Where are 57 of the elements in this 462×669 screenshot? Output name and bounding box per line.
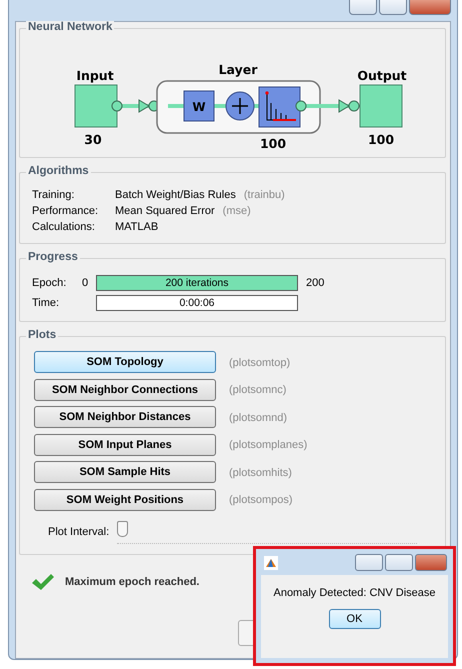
function-name: (trainbu) <box>244 189 285 201</box>
group-title: Neural Network <box>26 21 114 33</box>
app-icon <box>264 556 278 570</box>
field-label: Performance: <box>32 205 100 217</box>
layer-label: Layer <box>218 62 258 77</box>
interval-slider[interactable] <box>117 520 418 544</box>
field-value: Mean Squared Error <box>115 205 215 217</box>
group-title: Progress <box>26 251 80 263</box>
close-button[interactable] <box>409 0 451 15</box>
range-start: 0 <box>82 277 90 289</box>
plot-button[interactable]: SOM Topology <box>34 351 216 373</box>
slider-thumb[interactable] <box>117 520 128 536</box>
input-size: 30 <box>84 132 102 147</box>
plot-button[interactable]: SOM Neighbor Distances <box>34 406 216 428</box>
function-name: (plotsomplanes) <box>229 439 308 452</box>
maximize-button[interactable] <box>385 554 413 571</box>
field-value: MATLAB <box>115 221 158 233</box>
sum-icon <box>226 92 254 120</box>
function-name: (plotsomtop) <box>229 356 290 369</box>
plot-button[interactable]: SOM Neighbor Connections <box>34 378 216 400</box>
range-end: 200 <box>306 277 324 289</box>
group-title: Algorithms <box>26 165 91 177</box>
field-label: Time: <box>32 297 60 309</box>
minimize-button[interactable] <box>349 0 377 15</box>
connector-arrow <box>112 99 160 113</box>
function-name: (plotsomnc) <box>229 384 286 396</box>
plot-button[interactable]: SOM Weight Positions <box>34 488 216 510</box>
weight-block <box>184 90 214 122</box>
input-label: Input <box>76 68 114 83</box>
function-name: (plotsompos) <box>229 494 293 506</box>
progress-bar: 200 iterations <box>96 275 298 291</box>
output-size: 100 <box>368 132 394 147</box>
function-name: (plotsomnd) <box>229 412 288 424</box>
field-label: Epoch: <box>32 277 68 289</box>
layer-size: 100 <box>260 136 286 151</box>
connector-arrow <box>296 99 360 113</box>
field-label: Training: <box>32 189 76 201</box>
plot-button[interactable]: SOM Sample Hits <box>34 461 216 483</box>
plot-button[interactable]: SOM Input Planes <box>34 434 216 456</box>
dialog-message: Anomaly Detected: CNV Disease <box>273 587 436 599</box>
minimize-button[interactable] <box>355 554 383 571</box>
function-name: (mse) <box>222 205 251 217</box>
field-label: Calculations: <box>32 221 96 233</box>
transfer-function-icon <box>258 86 300 128</box>
ok-button[interactable]: OK <box>328 609 380 629</box>
group-title: Plots <box>26 329 58 341</box>
input-block <box>74 84 118 128</box>
checkmark-icon <box>31 573 55 591</box>
slider-label: Plot Interval: <box>48 526 110 538</box>
weight-symbol: W <box>192 100 206 114</box>
maximize-button[interactable] <box>379 0 407 15</box>
output-block <box>360 84 402 128</box>
field-value: Batch Weight/Bias Rules <box>115 189 236 201</box>
status-message: Maximum epoch reached. <box>65 576 200 588</box>
function-name: (plotsomhits) <box>229 466 292 479</box>
output-label: Output <box>357 68 407 83</box>
close-button[interactable] <box>415 554 447 571</box>
